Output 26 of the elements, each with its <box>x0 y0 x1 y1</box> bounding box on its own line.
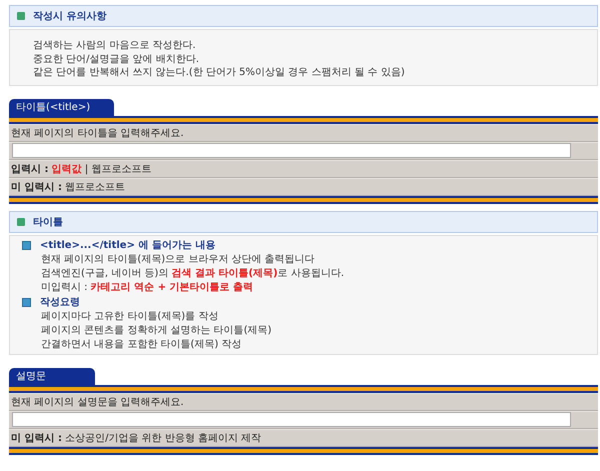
info-text: 현재 페이지의 타이틀(제목)으로 브라우저 상단에 출력됩니다 <box>41 252 316 266</box>
section-tab[interactable]: 타이틀(<title>) <box>9 98 114 116</box>
input-field[interactable] <box>12 143 571 158</box>
default-value-text: 미 입력시 : 웹프로소프트 <box>11 180 126 194</box>
bullet-icon <box>22 240 31 250</box>
default-value-text: 입력시 : 입력값 | 웹프로소프트 <box>11 162 152 176</box>
info-text: 페이지의 콘텐츠를 정확하게 설명하는 타이틀(제목) <box>41 324 273 338</box>
section-title: 작성시 유의사항 <box>33 10 106 23</box>
square-icon <box>17 218 25 226</box>
info-text: 페이지마다 고유한 타이틀(제목)를 작성 <box>41 310 220 324</box>
bullet-icon <box>22 298 31 306</box>
info-text: 미입력시 : 카테고리 역순 + 기본타이틀로 출력 <box>41 280 254 294</box>
subheading: <title>...</title> 에 들어가는 내용 <box>40 239 216 252</box>
guideline-text: 중요한 단어/설명글을 앞에 배치한다. <box>33 52 200 66</box>
input-field[interactable] <box>12 412 571 427</box>
section-tab[interactable]: 설명문 <box>9 368 95 384</box>
guideline-text: 검색하는 사람의 마음으로 작성한다. <box>33 39 197 52</box>
instruction-text: 현재 페이지의 타이틀을 입력해주세요. <box>11 126 184 140</box>
instruction-text: 현재 페이지의 설명문을 입력해주세요. <box>11 396 184 408</box>
square-icon <box>17 12 25 20</box>
info-text: 검색엔진(구글, 네이버 등)의 검색 결과 타이틀(제목)로 사용됩니다. <box>41 266 345 280</box>
guideline-text: 같은 단어를 반복해서 쓰지 않는다.(한 단어가 5%이상일 경우 스팸처리 될 수 있음) <box>33 66 406 80</box>
subheading: 작성요령 <box>40 296 80 309</box>
default-value-text: 미 입력시 : 소상공인/기업을 위한 반응형 홈페이지 제작 <box>11 432 262 444</box>
section-title: 타이틀 <box>33 216 63 228</box>
info-text: 간결하면서 내용을 포함한 타이틀(제목) 작성 <box>41 338 243 352</box>
